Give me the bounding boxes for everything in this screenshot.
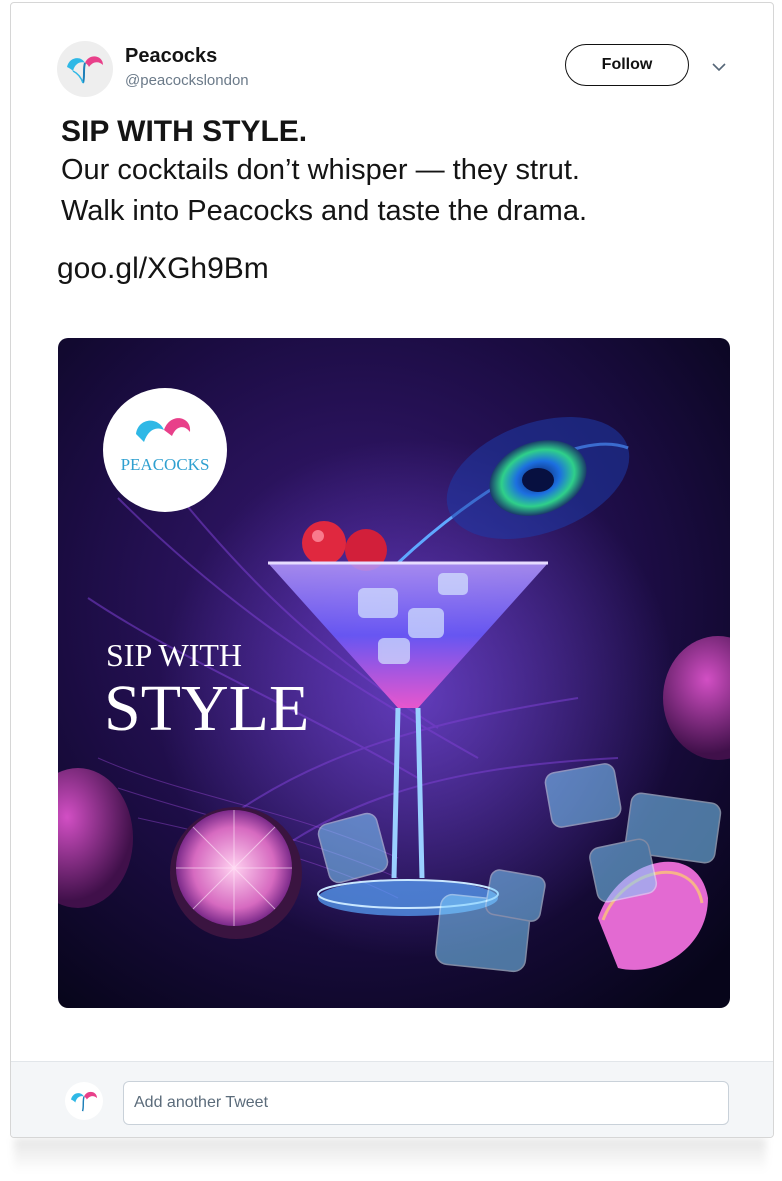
account-name[interactable]: Peacocks <box>125 45 217 68</box>
follow-button[interactable]: Follow <box>565 44 689 86</box>
tweet-link[interactable]: goo.gl/XGh9Bm <box>57 252 269 286</box>
peacock-feather-logo-icon <box>67 56 103 84</box>
account-handle[interactable]: @peacockslondon <box>125 72 249 89</box>
tweet-headline: SIP WITH STYLE. <box>61 115 308 148</box>
image-logo-text: PEACOCKS <box>121 455 210 474</box>
reply-bar <box>11 1061 773 1137</box>
image-overlay-line-2: STYLE <box>104 672 309 745</box>
tweet-image[interactable]: PEACOCKS SIP WITH STYLE <box>58 338 730 1008</box>
peacock-feather-logo-icon <box>71 1091 97 1112</box>
tweet-card: Peacocks @peacockslondon Follow SIP WITH… <box>10 2 774 1138</box>
reply-avatar <box>65 1082 103 1120</box>
avatar[interactable] <box>57 41 113 97</box>
card-shadow <box>14 1138 766 1172</box>
image-overlay-line-1: SIP WITH <box>106 637 242 673</box>
chevron-down-icon[interactable] <box>711 61 727 73</box>
tweet-text-line-1: Our cocktails don’t whisper — they strut… <box>61 154 580 186</box>
reply-input[interactable] <box>123 1081 729 1125</box>
tweet-text-line-2: Walk into Peacocks and taste the drama. <box>61 195 588 227</box>
